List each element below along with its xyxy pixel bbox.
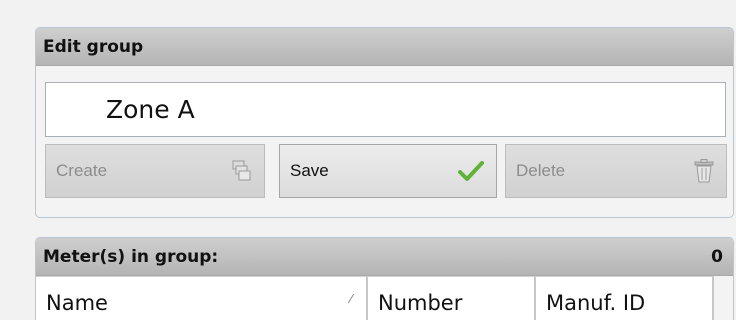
checkmark-icon: [458, 160, 484, 182]
trash-icon: [694, 159, 714, 183]
column-header-name[interactable]: Name ⁄: [36, 276, 368, 320]
edit-group-panel: Edit group Zone A Create Save Delete: [35, 27, 734, 218]
meters-table-header: Name ⁄ Number Manuf. ID: [36, 276, 733, 320]
edit-group-header: Edit group: [36, 28, 733, 66]
edit-group-title: Edit group: [43, 36, 144, 57]
sort-icon: ⁄: [349, 292, 352, 306]
group-name-input[interactable]: Zone A: [45, 82, 726, 137]
delete-button[interactable]: Delete: [505, 144, 727, 198]
save-button-label: Save: [290, 161, 329, 180]
meters-in-group-panel: Meter(s) in group: 0 Name ⁄ Number Manuf…: [35, 237, 734, 320]
column-header-number[interactable]: Number: [368, 276, 536, 320]
meters-header: Meter(s) in group: 0: [36, 238, 733, 276]
create-button[interactable]: Create: [45, 144, 265, 198]
delete-button-label: Delete: [516, 161, 566, 180]
create-button-label: Create: [56, 161, 108, 180]
save-button[interactable]: Save: [279, 144, 497, 198]
column-header-manuf-id-label: Manuf. ID: [546, 290, 646, 315]
column-header-number-label: Number: [378, 290, 463, 315]
column-header-name-label: Name: [46, 290, 108, 315]
meters-count: 0: [711, 246, 723, 267]
create-icon: [232, 160, 252, 182]
column-header-manuf-id[interactable]: Manuf. ID: [536, 276, 714, 320]
meters-title: Meter(s) in group:: [43, 246, 219, 267]
